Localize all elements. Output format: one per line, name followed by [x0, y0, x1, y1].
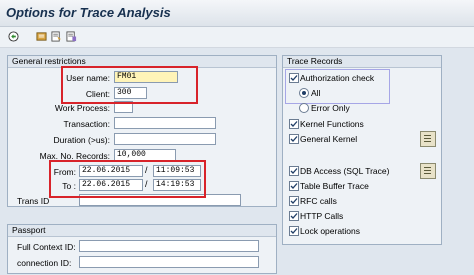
http-calls-label: HTTP Calls [300, 211, 344, 221]
transaction-label: Transaction: [63, 119, 110, 129]
auth-all-label: All [311, 88, 321, 98]
execute-icon[interactable] [8, 31, 19, 42]
db-access-checkbox[interactable] [289, 166, 299, 176]
connection-id-label: connection ID: [17, 258, 72, 268]
get-variant-icon[interactable] [51, 31, 62, 42]
auth-error-only-label: Error Only [311, 103, 350, 113]
highlight-user-client [61, 66, 198, 104]
save-variant-icon[interactable] [36, 31, 47, 42]
db-access-options-button[interactable] [420, 163, 436, 179]
lock-operations-label: Lock operations [300, 226, 361, 236]
full-context-id-input[interactable] [79, 240, 259, 252]
rfc-calls-checkbox[interactable] [289, 196, 299, 206]
duration-input[interactable] [114, 133, 216, 145]
kernel-functions-label: Kernel Functions [300, 119, 364, 129]
http-calls-checkbox[interactable] [289, 211, 299, 221]
group-title-trace-records: Trace Records [283, 56, 441, 68]
auth-error-only-radio[interactable] [299, 103, 309, 113]
rfc-calls-label: RFC calls [300, 196, 337, 206]
checkmark-icon [290, 228, 298, 234]
work-process-label: Work Process: [54, 103, 110, 113]
table-buffer-checkbox[interactable] [289, 181, 299, 191]
transaction-input[interactable] [114, 117, 216, 129]
checkmark-icon [290, 121, 298, 127]
authorization-check-checkbox[interactable] [289, 73, 299, 83]
group-title-passport: Passport [8, 225, 276, 237]
general-kernel-label: General Kernel [300, 134, 358, 144]
checkmark-icon [290, 213, 298, 219]
table-buffer-label: Table Buffer Trace [300, 181, 369, 191]
kernel-functions-checkbox[interactable] [289, 119, 299, 129]
general-kernel-options-button[interactable] [420, 131, 436, 147]
title-bar: Options for Trace Analysis [0, 0, 474, 27]
duration-label: Duration (>us): [53, 135, 110, 145]
db-access-label: DB Access (SQL Trace) [300, 166, 390, 176]
application-toolbar [0, 27, 474, 48]
highlight-from-to [49, 160, 206, 198]
full-context-id-label: Full Context ID: [17, 242, 76, 252]
general-kernel-checkbox[interactable] [289, 134, 299, 144]
trans-id-label: Trans ID [17, 196, 50, 206]
checkmark-icon [290, 198, 298, 204]
checkmark-icon [290, 168, 298, 174]
page-title: Options for Trace Analysis [6, 5, 171, 20]
checkmark-icon [290, 136, 298, 142]
authorization-check-label: Authorization check [300, 73, 375, 83]
checkmark-icon [290, 183, 298, 189]
connection-id-input[interactable] [79, 256, 259, 268]
lock-operations-checkbox[interactable] [289, 226, 299, 236]
auth-all-radio[interactable] [299, 88, 309, 98]
checkmark-icon [290, 75, 298, 81]
variant-attributes-icon[interactable] [66, 31, 77, 42]
